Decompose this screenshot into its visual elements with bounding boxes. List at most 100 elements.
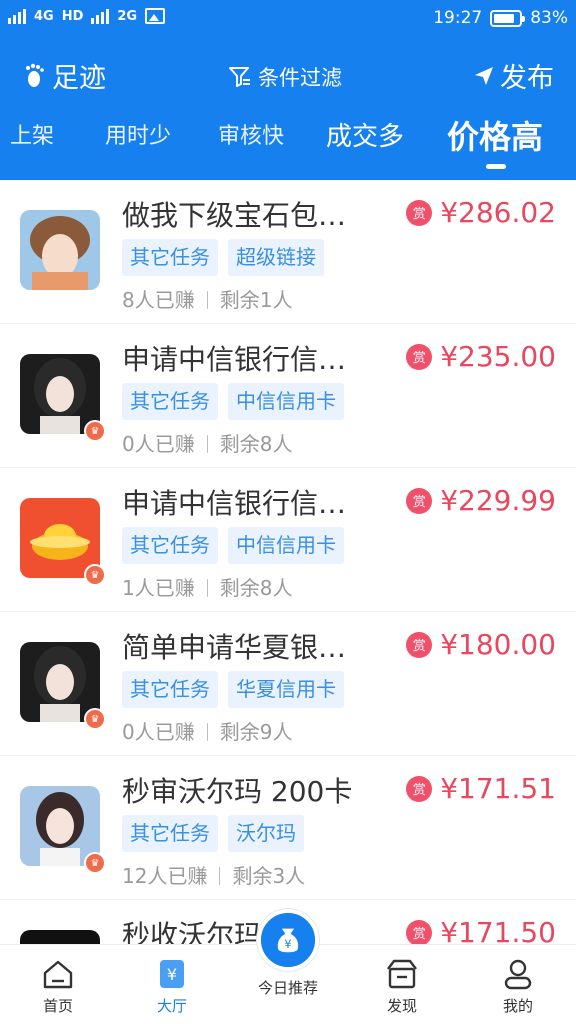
earned-count: 1人已赚 [122, 576, 195, 600]
nav-discover-label: 发现 [386, 997, 417, 1015]
nav-discover[interactable]: 发现 [352, 957, 452, 1016]
price-value: ¥180.00 [440, 628, 556, 661]
task-tags: 其它任务 超级链接 [122, 239, 324, 276]
money-bag-icon: ¥ [257, 909, 319, 971]
reward-badge: 赏 [406, 919, 433, 944]
task-title: 申请中信银行信… [122, 343, 347, 376]
task-price: 赏 ¥286.02 [406, 196, 556, 229]
remaining-count: 剩余9人 [219, 720, 293, 744]
task-tags: 其它任务 华夏信用卡 [122, 671, 344, 708]
tab-most-deals[interactable]: 成交多 [326, 116, 404, 153]
svg-text:¥: ¥ [284, 937, 291, 951]
task-title: 秒审沃尔玛 200卡 [122, 775, 353, 808]
hall-icon: ¥ [160, 960, 184, 988]
task-tag: 中信信用卡 [228, 527, 344, 564]
remaining-count: 剩余1人 [219, 288, 293, 312]
avatar-image [20, 210, 100, 290]
remaining-count: 剩余8人 [219, 576, 293, 600]
divider [219, 867, 221, 885]
discover-icon [387, 959, 417, 989]
filter-icon [229, 67, 250, 87]
divider [206, 723, 208, 741]
footprint-button[interactable]: 足迹 [24, 56, 106, 95]
reward-badge: 赏 [406, 199, 433, 226]
nav-today[interactable]: ¥ 今日推荐 [238, 909, 338, 998]
publish-button[interactable]: 发布 [474, 56, 554, 95]
nav-today-label: 今日推荐 [257, 979, 318, 997]
nav-hall[interactable]: ¥ 大厅 [122, 957, 222, 1016]
reward-badge: 赏 [406, 775, 433, 802]
remaining-count: 剩余3人 [232, 864, 306, 888]
task-tag: 其它任务 [122, 239, 218, 276]
battery-percent: 83% [530, 8, 568, 28]
task-tag: 其它任务 [122, 383, 218, 420]
tab-less-time[interactable]: 用时少 [105, 118, 171, 150]
task-item[interactable]: ♛ 申请中信银行信… 其它任务 中信信用卡 1人已赚 剩余8人 赏 ¥229.99 [0, 468, 576, 612]
price-value: ¥171.50 [440, 916, 556, 944]
crown-badge-icon: ♛ [84, 852, 106, 874]
screen: 4G HD 2G 19:27 83% 足迹 条件过滤 发布 上架 用时少 审核快… [0, 0, 576, 1024]
task-item[interactable]: ♛ 申请中信银行信… 其它任务 中信信用卡 0人已赚 剩余8人 赏 ¥235.00 [0, 324, 576, 468]
task-tag: 华夏信用卡 [228, 671, 344, 708]
home-icon [43, 960, 73, 989]
filter-button[interactable]: 条件过滤 [228, 62, 342, 92]
image-notification-icon [145, 8, 166, 24]
task-tag: 其它任务 [122, 671, 218, 708]
reward-badge: 赏 [406, 343, 433, 370]
earned-count: 0人已赚 [122, 720, 195, 744]
tab-high-price[interactable]: 价格高 [447, 112, 543, 158]
task-price: 赏 ¥235.00 [406, 340, 556, 373]
nav-mine[interactable]: 我的 [468, 957, 568, 1016]
task-item[interactable]: ♛ 秒审沃尔玛 200卡 其它任务 沃尔玛 12人已赚 剩余3人 赏 ¥171.5… [0, 756, 576, 900]
task-price: 赏 ¥171.51 [406, 772, 556, 805]
signal-icon [8, 8, 26, 24]
status-bar: 4G HD 2G 19:27 83% [0, 0, 576, 38]
task-tag: 其它任务 [122, 527, 218, 564]
profile-icon [504, 959, 532, 990]
battery-icon [490, 9, 526, 27]
tab-listed[interactable]: 上架 [10, 118, 54, 150]
nav-mine-label: 我的 [502, 997, 533, 1015]
price-value: ¥229.99 [440, 484, 556, 517]
nav-hall-label: 大厅 [156, 997, 187, 1015]
network-type-2: 2G [117, 8, 138, 24]
task-tag: 其它任务 [122, 815, 218, 852]
task-title: 简单申请华夏银… [122, 631, 347, 664]
bottom-nav: 首页 ¥ 大厅 ¥ 今日推荐 发现 我的 [0, 909, 576, 1024]
task-item[interactable]: 做我下级宝石包… 其它任务 超级链接 8人已赚 剩余1人 赏 ¥286.02 [0, 180, 576, 324]
task-price: 赏 ¥171.50 [406, 916, 556, 944]
tab-fast-review[interactable]: 审核快 [218, 118, 284, 150]
earned-count: 12人已赚 [122, 864, 208, 888]
send-icon [475, 66, 493, 85]
task-tags: 其它任务 沃尔玛 [122, 815, 304, 852]
price-value: ¥171.51 [440, 772, 556, 805]
task-title: 申请中信银行信… [122, 487, 347, 520]
task-tag: 超级链接 [228, 239, 324, 276]
signal-icon [91, 8, 110, 24]
task-item[interactable]: ♛ 简单申请华夏银… 其它任务 华夏信用卡 0人已赚 剩余9人 赏 ¥180.00 [0, 612, 576, 756]
task-title: 做我下级宝石包… [122, 199, 347, 232]
footprint-icon [26, 63, 44, 87]
reward-badge: 赏 [406, 487, 433, 514]
task-price: 赏 ¥180.00 [406, 628, 556, 661]
crown-badge-icon: ♛ [84, 420, 106, 442]
nav-home-label: 首页 [42, 997, 73, 1015]
divider [206, 579, 208, 597]
active-tab-indicator [486, 164, 506, 169]
toolbar: 足迹 条件过滤 发布 [0, 50, 576, 100]
crown-badge-icon: ♛ [84, 564, 106, 586]
hd-indicator: HD [61, 8, 84, 24]
task-price: 赏 ¥229.99 [406, 484, 556, 517]
network-type-1: 4G [34, 8, 54, 24]
clock: 19:27 [433, 8, 483, 28]
header: 4G HD 2G 19:27 83% 足迹 条件过滤 发布 上架 用时少 审核快… [0, 0, 576, 180]
filter-label: 条件过滤 [258, 66, 342, 90]
task-avatar [20, 210, 100, 290]
crown-badge-icon: ♛ [84, 708, 106, 730]
task-list[interactable]: 做我下级宝石包… 其它任务 超级链接 8人已赚 剩余1人 赏 ¥286.02 ♛… [0, 180, 576, 944]
task-stats: 1人已赚 剩余8人 [122, 572, 292, 601]
nav-home[interactable]: 首页 [8, 957, 108, 1016]
task-stats: 12人已赚 剩余3人 [122, 860, 305, 889]
task-tag: 沃尔玛 [228, 815, 304, 852]
task-stats: 0人已赚 剩余9人 [122, 716, 292, 745]
